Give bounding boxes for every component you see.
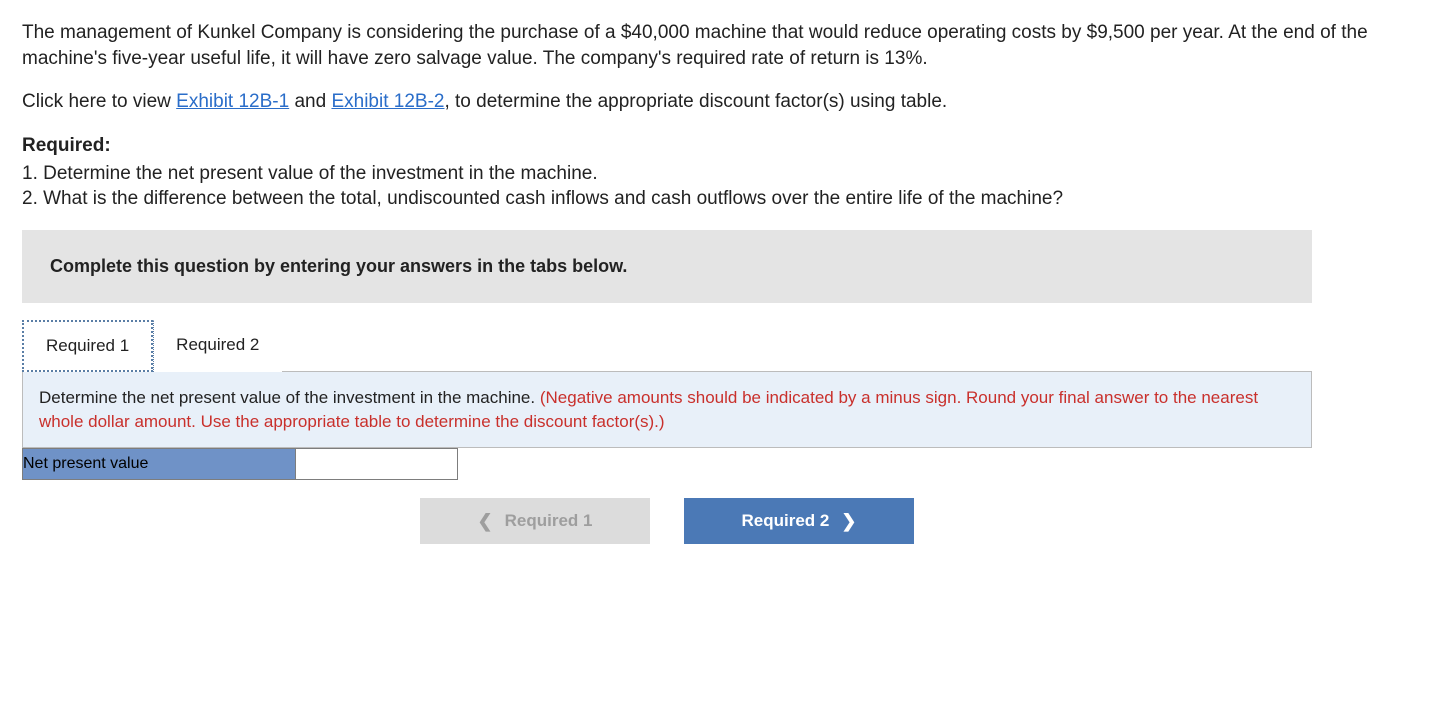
next-required-button[interactable]: Required 2 ❯	[684, 498, 914, 544]
answer-input-cell	[296, 449, 458, 480]
answer-input-table: Net present value	[22, 448, 458, 480]
tab-required-1[interactable]: Required 1	[22, 320, 153, 372]
problem-paragraph-1: The management of Kunkel Company is cons…	[22, 20, 1428, 71]
exhibit-12b-2-link[interactable]: Exhibit 12B-2	[331, 91, 444, 112]
required-item-1: 1. Determine the net present value of th…	[22, 161, 1428, 187]
prev-button-label: Required 1	[505, 511, 593, 531]
tab-content: Determine the net present value of the i…	[22, 372, 1312, 449]
exhibit-12b-1-link[interactable]: Exhibit 12B-1	[176, 91, 289, 112]
problem-paragraph-2: Click here to view Exhibit 12B-1 and Exh…	[22, 89, 1428, 115]
answer-area: Complete this question by entering your …	[22, 230, 1312, 545]
chevron-left-icon: ❮	[478, 511, 493, 532]
next-button-label: Required 2	[742, 511, 830, 531]
net-present-value-input[interactable]	[296, 449, 457, 479]
tab-prompt: Determine the net present value of the i…	[39, 388, 540, 407]
nav-row: ❮ Required 1 Required 2 ❯	[22, 498, 1312, 544]
prev-required-button: ❮ Required 1	[420, 498, 650, 544]
required-item-2: 2. What is the difference between the to…	[22, 186, 1428, 212]
table-row: Net present value	[23, 449, 458, 480]
chevron-right-icon: ❯	[841, 511, 856, 532]
tab-required-2[interactable]: Required 2	[153, 320, 282, 372]
text-fragment: Click here to view	[22, 91, 176, 112]
answer-label-cell: Net present value	[23, 449, 296, 480]
required-heading: Required:	[22, 133, 1428, 159]
instruction-bar: Complete this question by entering your …	[22, 230, 1312, 303]
problem-statement: The management of Kunkel Company is cons…	[22, 20, 1428, 212]
tabs-row: Required 1 Required 2	[22, 319, 1312, 372]
text-fragment: , to determine the appropriate discount …	[444, 91, 947, 112]
text-fragment: and	[289, 91, 331, 112]
